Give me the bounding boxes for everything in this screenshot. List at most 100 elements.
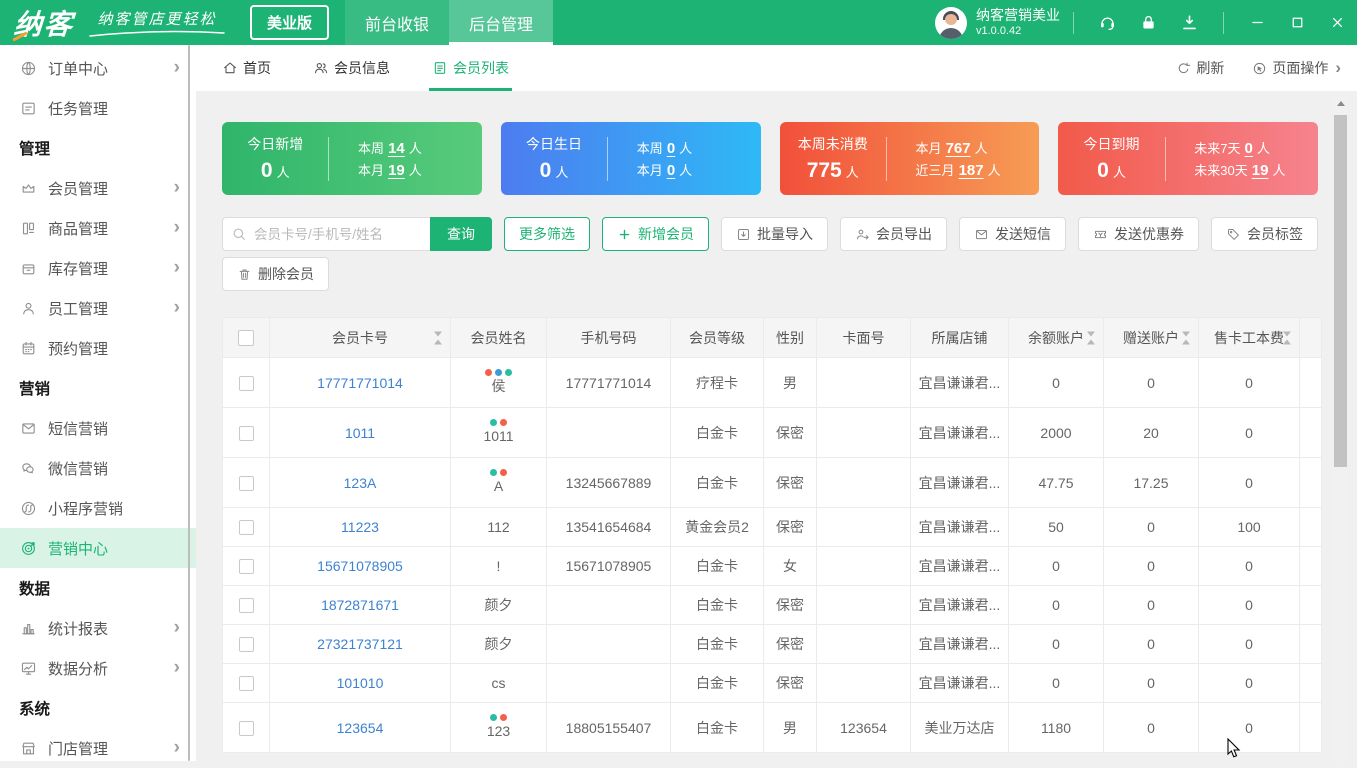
column-header[interactable]: 性别 <box>763 317 817 358</box>
sort-icon[interactable] <box>1087 331 1095 344</box>
row-checkbox[interactable] <box>238 375 254 391</box>
table-row[interactable]: 123654 123 18805155407 白金卡 男 123654 美业万达店 1180 0… <box>222 702 1322 753</box>
page-ops-button[interactable]: 页面操作 › <box>1252 58 1341 78</box>
account-info[interactable]: 纳客营销美业 v1.0.0.42 <box>935 0 1060 45</box>
sidebar-item[interactable]: 短信营销 <box>0 408 196 448</box>
sort-icon[interactable] <box>1182 331 1190 344</box>
support-button[interactable] <box>1087 0 1128 45</box>
scrollbar-up-arrow[interactable] <box>1334 96 1347 111</box>
refresh-button[interactable]: 刷新 <box>1176 58 1224 78</box>
column-header[interactable]: 售卡工本费 <box>1198 317 1300 358</box>
titlebar: 纳客 纳客管店更轻松 美业版 前台收银 后台管理 纳客营销美业 v1.0.0.42 <box>0 0 1357 45</box>
sidebar-item[interactable]: 门店管理 › <box>0 728 196 768</box>
toolbar-button[interactable]: 发送短信 <box>959 217 1066 251</box>
stat-subvalue[interactable]: 0 <box>1245 140 1253 157</box>
sort-icon[interactable] <box>434 331 442 344</box>
page-tab[interactable]: 首页 <box>222 45 271 91</box>
cell-filler <box>1299 585 1322 625</box>
table-row[interactable]: 101010 cs 白金卡 保密 宜昌谦谦君... 0 0 0 <box>222 663 1322 703</box>
stat-subvalue[interactable]: 19 <box>388 162 405 179</box>
row-checkbox[interactable] <box>238 475 254 491</box>
toolbar-button[interactable]: 批量导入 <box>721 217 828 251</box>
search-input[interactable] <box>222 217 430 251</box>
page-scrollbar[interactable] <box>1334 96 1347 761</box>
miniapp-icon <box>20 500 37 517</box>
column-header[interactable]: 余额账户 <box>1008 317 1104 358</box>
sidebar-item[interactable]: 库存管理 › <box>0 248 196 288</box>
sidebar-item[interactable]: 会员管理 › <box>0 168 196 208</box>
stat-subvalue[interactable]: 187 <box>959 162 984 179</box>
scrollbar-thumb[interactable] <box>1334 115 1347 467</box>
sidebar-scrollbar[interactable] <box>187 45 190 761</box>
member-card-link[interactable]: 15671078905 <box>317 558 403 574</box>
sidebar-item[interactable]: 预约管理 <box>0 328 196 368</box>
row-checkbox[interactable] <box>238 520 254 536</box>
member-card-link[interactable]: 1011 <box>345 425 375 441</box>
stat-card-value: 775 人 <box>806 159 859 182</box>
search-button[interactable]: 查询 <box>430 217 492 251</box>
stat-subvalue[interactable]: 767 <box>946 140 971 157</box>
sidebar-item[interactable]: 任务管理 <box>0 88 196 128</box>
sort-icon[interactable] <box>1283 331 1291 344</box>
table-row[interactable]: 11223 112 13541654684 黄金会员2 保密 宜昌谦谦君... 50 0 100 <box>222 507 1322 547</box>
row-checkbox[interactable] <box>238 676 254 692</box>
maximize-button[interactable] <box>1277 0 1317 45</box>
table-row[interactable]: 17771771014 侯 17771771014 疗程卡 男 宜昌谦谦君... 0 0 0 <box>222 357 1322 408</box>
column-header[interactable]: 赠送账户 <box>1103 317 1199 358</box>
delete-member-button[interactable]: 删除会员 <box>222 257 329 291</box>
column-header[interactable]: 卡面号 <box>816 317 911 358</box>
minimize-button[interactable] <box>1237 0 1277 45</box>
column-header[interactable]: 会员等级 <box>670 317 764 358</box>
sidebar-item[interactable]: 订单中心 › <box>0 48 196 88</box>
page-tab[interactable]: 会员列表 <box>429 45 512 91</box>
stat-subvalue[interactable]: 19 <box>1252 162 1269 179</box>
row-checkbox[interactable] <box>238 559 254 575</box>
column-header[interactable]: 手机号码 <box>546 317 671 358</box>
row-checkbox[interactable] <box>238 637 254 653</box>
sidebar-item[interactable]: 员工管理 › <box>0 288 196 328</box>
stat-subvalue[interactable]: 0 <box>667 140 675 157</box>
edition-badge[interactable]: 美业版 <box>250 5 330 40</box>
member-card-link[interactable]: 1872871671 <box>321 597 399 613</box>
sidebar-item[interactable]: 微信营销 <box>0 448 196 488</box>
row-checkbox[interactable] <box>238 425 254 441</box>
close-button[interactable] <box>1317 0 1357 45</box>
stat-subvalue[interactable]: 14 <box>388 140 405 157</box>
column-header[interactable]: 所属店铺 <box>910 317 1009 358</box>
member-card-link[interactable]: 17771771014 <box>317 375 403 391</box>
sidebar-item[interactable]: 商品管理 › <box>0 208 196 248</box>
column-header[interactable]: 会员卡号 <box>269 317 451 358</box>
member-card-link[interactable]: 101010 <box>337 675 384 691</box>
table-row[interactable]: 1872871671 颜夕 白金卡 保密 宜昌谦谦君... 0 0 0 <box>222 585 1322 625</box>
member-card-link[interactable]: 123A <box>344 475 377 491</box>
table-row[interactable]: 1011 1011 白金卡 保密 宜昌谦谦君... 2000 20 0 <box>222 407 1322 458</box>
download-button[interactable] <box>1169 0 1210 45</box>
toolbar-button[interactable]: 发送优惠券 <box>1078 217 1199 251</box>
toolbar-button[interactable]: 更多筛选 <box>504 217 590 251</box>
search-icon <box>231 226 247 242</box>
column-header[interactable]: 会员姓名 <box>450 317 547 358</box>
table-row[interactable]: 27321737121 颜夕 白金卡 保密 宜昌谦谦君... 0 0 0 <box>222 624 1322 664</box>
sidebar-item[interactable]: 数据分析 › <box>0 648 196 688</box>
select-all-checkbox[interactable] <box>238 330 254 347</box>
titlebar-tab-0[interactable]: 前台收银 <box>345 0 450 45</box>
stat-subvalue[interactable]: 0 <box>667 162 675 179</box>
sidebar-item[interactable]: 小程序营销 <box>0 488 196 528</box>
member-card-link[interactable]: 123654 <box>337 720 384 736</box>
member-card-link[interactable]: 11223 <box>341 519 379 535</box>
row-checkbox[interactable] <box>238 720 254 736</box>
cell-card-face: 123654 <box>840 719 887 736</box>
toolbar-button[interactable]: 新增会员 <box>602 217 709 251</box>
lock-button[interactable] <box>1128 0 1169 45</box>
sidebar-item[interactable]: 营销中心 <box>0 528 196 568</box>
toolbar-button[interactable]: 会员标签 <box>1211 217 1318 251</box>
table-row[interactable]: 15671078905! 15671078905 白金卡 女 宜昌谦谦君... 0 0 0 <box>222 546 1322 586</box>
toolbar-row2: 删除会员 <box>222 257 1357 291</box>
member-card-link[interactable]: 27321737121 <box>317 636 403 652</box>
titlebar-tab-active[interactable]: 后台管理 <box>449 0 554 45</box>
page-tab[interactable]: 会员信息 <box>313 45 390 91</box>
sidebar-item[interactable]: 统计报表 › <box>0 608 196 648</box>
toolbar-button[interactable]: 会员导出 <box>840 217 947 251</box>
table-row[interactable]: 123A A 13245667889 白金卡 保密 宜昌谦谦君... 47.75 17.25 0 <box>222 457 1322 508</box>
row-checkbox[interactable] <box>238 598 254 614</box>
